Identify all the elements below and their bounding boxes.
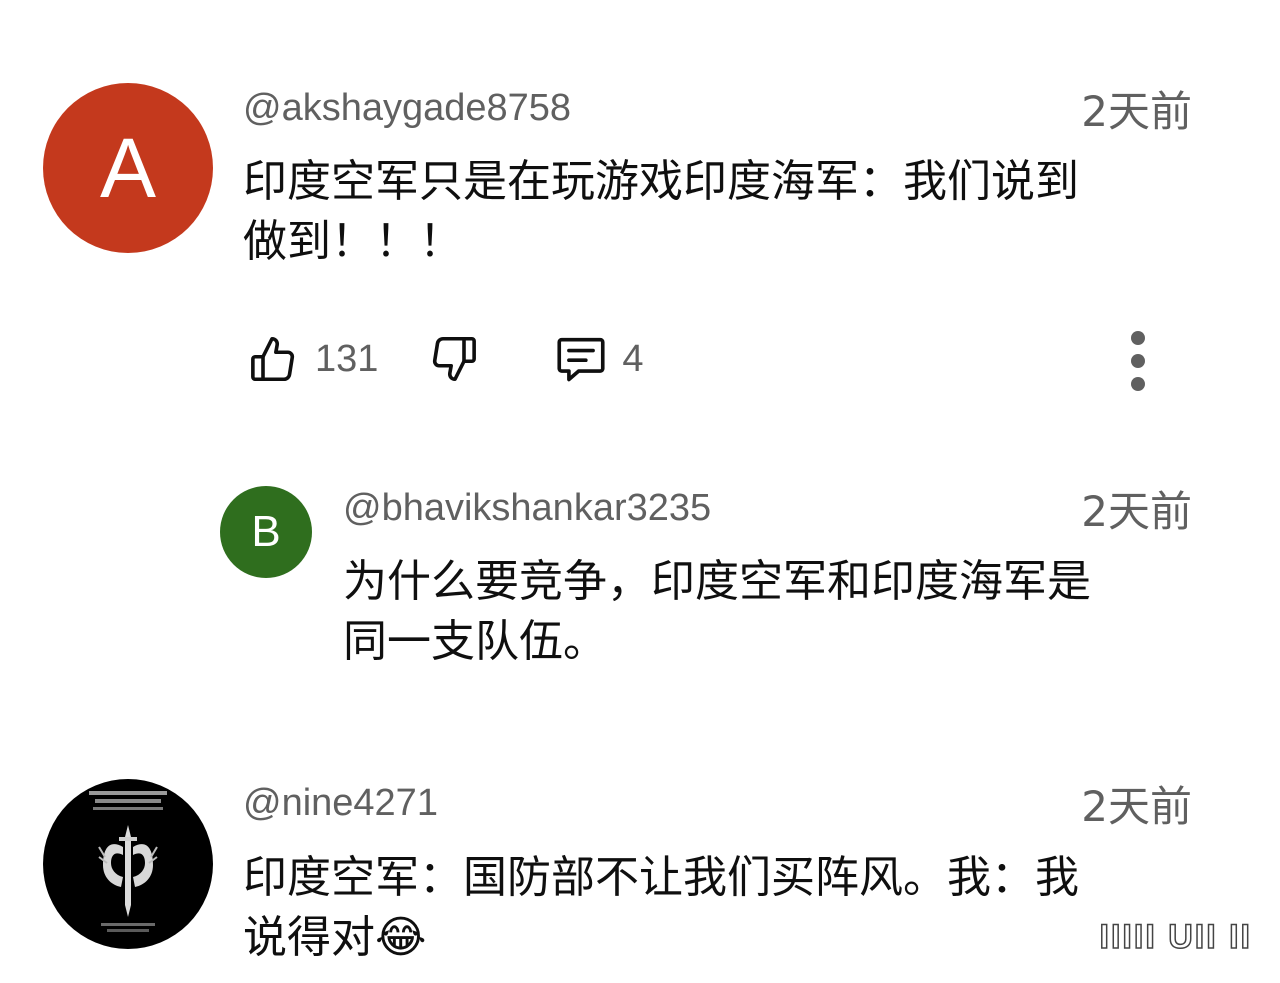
comment-actions: 131 4 <box>245 330 644 388</box>
comment-time: 2天前 <box>1081 487 1192 536</box>
comment-text: 印度空军：国防部不让我们买阵风。我：我 说得对😂 <box>243 848 1203 968</box>
avatar-letter: A <box>99 120 157 215</box>
avatar[interactable]: A <box>43 83 213 253</box>
comment-text: 印度空军只是在玩游戏印度海军：我们说到 做到！！！ <box>243 152 1203 272</box>
comment-text-line: 为什么要竞争，印度空军和印度海军是 <box>343 556 1091 607</box>
like-button[interactable]: 131 <box>245 332 378 386</box>
avatar[interactable]: B <box>220 486 312 578</box>
laughing-tears-emoji: 😂 <box>375 912 427 963</box>
reply-count: 4 <box>622 337 644 380</box>
thumb-up-icon <box>245 332 299 386</box>
comment-text-fragment: 说得对 <box>243 912 375 963</box>
more-options-button[interactable] <box>1118 330 1158 392</box>
comment-text-line: 印度空军：国防部不让我们买阵风。我：我 <box>243 852 1079 903</box>
dislike-button[interactable] <box>428 332 482 386</box>
comment-author[interactable]: @akshaygade8758 <box>243 86 571 130</box>
more-vertical-icon <box>1118 331 1158 396</box>
watermark-logo: IIIII UII II <box>1099 917 1252 957</box>
comment-text: 为什么要竞争，印度空军和印度海军是 同一支队伍。 <box>343 552 1203 672</box>
comment-text-line: 同一支队伍。 <box>343 616 607 667</box>
thumb-down-icon <box>428 332 482 386</box>
reply-button[interactable]: 4 <box>552 330 644 388</box>
comment-time: 2天前 <box>1081 87 1192 136</box>
comment-text-line: 说得对😂 <box>243 908 1203 968</box>
comment-time: 2天前 <box>1081 782 1192 831</box>
comment-icon <box>552 330 610 388</box>
like-count: 131 <box>315 337 379 380</box>
dagger-wings-emblem-icon <box>43 779 213 949</box>
comment-author[interactable]: @bhavikshankar3235 <box>343 486 711 530</box>
avatar-letter: B <box>251 507 281 556</box>
comment-text-line: 做到！！！ <box>243 216 463 267</box>
avatar[interactable] <box>43 779 213 949</box>
comment-author[interactable]: @nine4271 <box>243 781 438 825</box>
comment-text-line: 印度空军只是在玩游戏印度海军：我们说到 <box>243 156 1079 207</box>
